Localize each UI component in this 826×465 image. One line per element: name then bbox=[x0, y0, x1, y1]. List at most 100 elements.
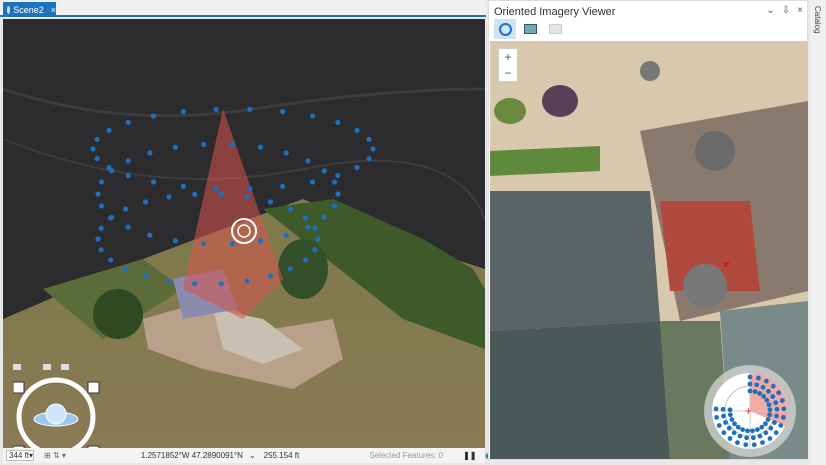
image-point[interactable] bbox=[147, 150, 153, 156]
image-point[interactable] bbox=[309, 179, 316, 185]
image-point[interactable] bbox=[713, 406, 719, 412]
zoom-in-button[interactable]: + bbox=[499, 49, 517, 65]
image-point[interactable] bbox=[244, 278, 250, 284]
image-point[interactable] bbox=[759, 424, 765, 430]
scene-view[interactable] bbox=[3, 19, 485, 448]
view-tools-icon[interactable]: ⊞ ⇅ ▾ bbox=[44, 451, 66, 460]
image-point[interactable] bbox=[90, 146, 96, 152]
image-tool-button[interactable] bbox=[519, 19, 541, 39]
image-point[interactable] bbox=[757, 433, 763, 439]
image-point[interactable] bbox=[123, 266, 129, 272]
image-point[interactable] bbox=[773, 400, 779, 406]
image-point[interactable] bbox=[98, 225, 104, 231]
image-point[interactable] bbox=[321, 214, 327, 220]
image-point[interactable] bbox=[98, 179, 105, 185]
image-point[interactable] bbox=[770, 394, 776, 399]
image-point[interactable] bbox=[200, 241, 207, 247]
image-point[interactable] bbox=[267, 273, 274, 279]
image-point[interactable] bbox=[218, 281, 224, 287]
image-point[interactable] bbox=[714, 414, 720, 420]
image-point[interactable] bbox=[732, 421, 737, 427]
image-point[interactable] bbox=[745, 428, 750, 434]
image-point[interactable] bbox=[172, 144, 179, 150]
image-point[interactable] bbox=[180, 183, 186, 190]
image-point[interactable] bbox=[125, 158, 131, 164]
image-point[interactable] bbox=[283, 150, 289, 156]
image-point[interactable] bbox=[723, 420, 728, 425]
image-point[interactable] bbox=[335, 191, 341, 197]
image-point[interactable] bbox=[727, 436, 733, 441]
image-point[interactable] bbox=[213, 106, 219, 112]
image-point[interactable] bbox=[192, 281, 198, 287]
image-point[interactable] bbox=[229, 141, 236, 147]
image-point[interactable] bbox=[106, 127, 112, 134]
image-point[interactable] bbox=[280, 183, 286, 190]
gallery-tool-button[interactable] bbox=[544, 19, 566, 39]
image-point[interactable] bbox=[766, 402, 772, 408]
image-point[interactable] bbox=[743, 442, 749, 448]
image-point[interactable] bbox=[366, 155, 372, 162]
image-point[interactable] bbox=[740, 427, 746, 432]
image-point[interactable] bbox=[267, 199, 274, 205]
image-point[interactable] bbox=[200, 141, 207, 147]
image-point[interactable] bbox=[147, 232, 153, 238]
image-point[interactable] bbox=[779, 398, 785, 403]
image-point[interactable] bbox=[366, 136, 372, 143]
image-point[interactable] bbox=[218, 191, 224, 197]
image-point[interactable] bbox=[94, 136, 100, 143]
image-point[interactable] bbox=[172, 238, 179, 244]
image-point[interactable] bbox=[309, 113, 316, 119]
image-point[interactable] bbox=[727, 412, 733, 418]
image-point[interactable] bbox=[772, 420, 777, 425]
image-point[interactable] bbox=[721, 413, 726, 419]
image-point[interactable] bbox=[257, 144, 264, 150]
image-point[interactable] bbox=[720, 406, 726, 412]
scale-select[interactable]: 344 ft ▾ bbox=[6, 450, 35, 461]
image-point[interactable] bbox=[312, 225, 318, 231]
image-point[interactable] bbox=[780, 414, 786, 420]
image-point[interactable] bbox=[778, 423, 784, 428]
image-point[interactable] bbox=[335, 119, 341, 126]
image-point[interactable] bbox=[166, 194, 172, 200]
image-point[interactable] bbox=[94, 155, 100, 162]
image-point[interactable] bbox=[726, 425, 732, 431]
image-point[interactable] bbox=[751, 442, 757, 448]
image-point[interactable] bbox=[312, 247, 318, 253]
image-point[interactable] bbox=[763, 430, 769, 436]
image-point[interactable] bbox=[305, 224, 311, 230]
image-point[interactable] bbox=[150, 113, 157, 119]
zoom-out-button[interactable]: − bbox=[499, 65, 517, 81]
image-point[interactable] bbox=[731, 430, 737, 436]
image-point[interactable] bbox=[752, 389, 758, 395]
close-tab-icon[interactable]: × bbox=[51, 5, 56, 15]
image-point[interactable] bbox=[760, 440, 765, 446]
image-point[interactable] bbox=[354, 164, 360, 171]
image-point[interactable] bbox=[305, 158, 311, 164]
image-point[interactable] bbox=[721, 430, 727, 436]
image-point[interactable] bbox=[770, 383, 776, 389]
image-point[interactable] bbox=[109, 168, 115, 174]
navigator-control[interactable] bbox=[13, 364, 103, 448]
image-point[interactable] bbox=[95, 236, 101, 242]
pin-icon[interactable]: ⇩ bbox=[782, 5, 790, 16]
image-point[interactable] bbox=[763, 421, 768, 427]
image-point[interactable] bbox=[735, 440, 740, 446]
image-point[interactable] bbox=[123, 206, 129, 212]
image-point[interactable] bbox=[287, 266, 293, 272]
image-point[interactable] bbox=[754, 382, 760, 388]
oriented-image[interactable]: ✕ + + − bbox=[490, 41, 808, 459]
image-point[interactable] bbox=[180, 108, 186, 115]
image-point[interactable] bbox=[767, 407, 773, 413]
image-point[interactable] bbox=[768, 425, 774, 431]
image-point[interactable] bbox=[754, 427, 760, 432]
image-point[interactable] bbox=[244, 194, 250, 200]
chevron-down-icon[interactable]: ⌄ bbox=[249, 451, 256, 460]
image-point[interactable] bbox=[760, 384, 766, 390]
image-point[interactable] bbox=[107, 257, 114, 263]
image-point[interactable] bbox=[747, 388, 753, 394]
image-point[interactable] bbox=[737, 433, 743, 439]
image-point[interactable] bbox=[354, 127, 360, 134]
tab-scene2[interactable]: Scene2 × bbox=[3, 2, 56, 17]
image-point[interactable] bbox=[756, 375, 761, 381]
navigate-tool-button[interactable] bbox=[494, 19, 516, 39]
